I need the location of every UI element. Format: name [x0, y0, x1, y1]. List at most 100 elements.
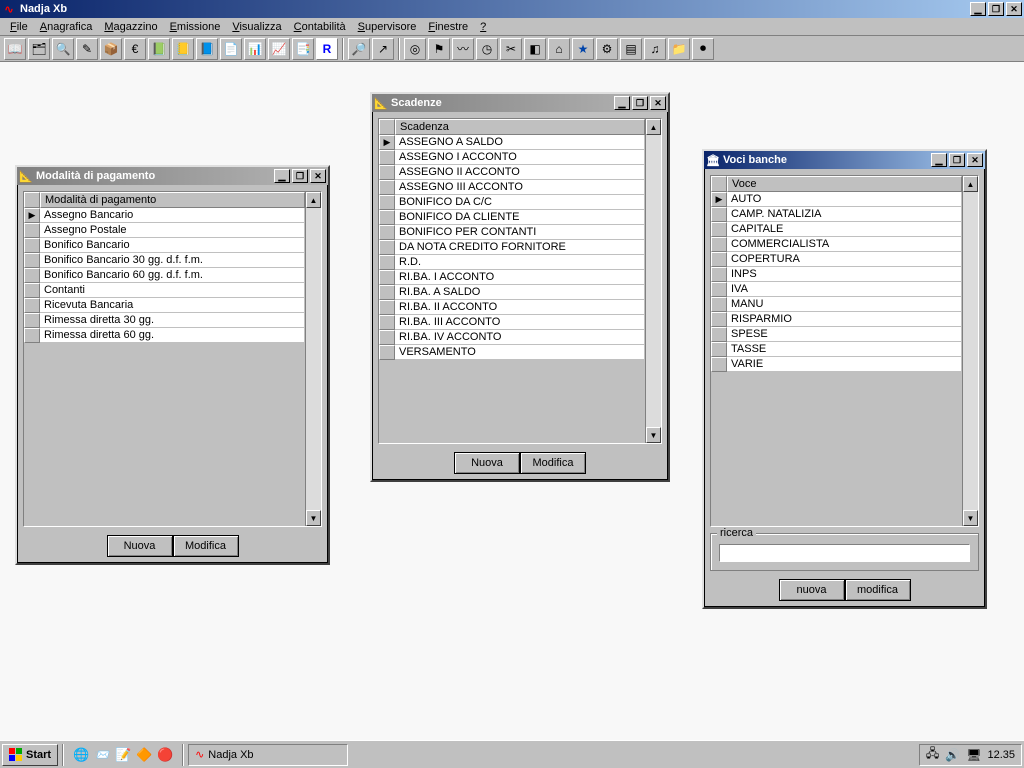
scroll-up-icon[interactable]: ▲ [306, 192, 321, 208]
table-row[interactable]: BONIFICO DA C/C [379, 195, 645, 210]
cell[interactable]: Bonifico Bancario [40, 238, 305, 253]
table-row[interactable]: ▶Assegno Bancario [24, 208, 305, 223]
scroll-down-icon[interactable]: ▼ [963, 510, 978, 526]
taskbar-app-button[interactable]: ∿ Nadja Xb [188, 744, 348, 766]
cell[interactable]: COMMERCIALISTA [727, 237, 962, 252]
cell[interactable]: TASSE [727, 342, 962, 357]
cell[interactable]: RI.BA. III ACCONTO [395, 315, 645, 330]
window-voci-min-button[interactable] [931, 153, 947, 167]
window-scadenze-titlebar[interactable]: 📐 Scadenze [372, 94, 668, 112]
cell[interactable]: ASSEGNO I ACCONTO [395, 150, 645, 165]
cell[interactable]: R.D. [395, 255, 645, 270]
zoom-icon[interactable]: 🔍 [52, 38, 74, 60]
cell[interactable]: COPERTURA [727, 252, 962, 267]
media-yellow-icon[interactable]: 🔶 [135, 746, 153, 764]
table-row[interactable]: MANU [711, 297, 962, 312]
r-icon[interactable]: R [316, 38, 338, 60]
note-yellow-icon[interactable]: 📒 [172, 38, 194, 60]
window-pagamento[interactable]: 📐 Modalità di pagamento Modalità di paga… [15, 165, 330, 565]
table-row[interactable]: Contanti [24, 283, 305, 298]
menu-anagrafica[interactable]: Anagrafica [34, 20, 99, 34]
table-row[interactable]: RISPARMIO [711, 312, 962, 327]
window-scadenze-max-button[interactable] [632, 96, 648, 110]
window-scadenze-min-button[interactable] [614, 96, 630, 110]
scadenze-scrollbar[interactable]: ▲ ▼ [645, 119, 661, 443]
copy-icon[interactable]: 📑 [292, 38, 314, 60]
folder-icon[interactable]: 📁 [668, 38, 690, 60]
cell[interactable]: RI.BA. IV ACCONTO [395, 330, 645, 345]
voci-col-header[interactable]: Voce [727, 176, 962, 192]
desktop-icon[interactable]: 📝 [114, 746, 132, 764]
row-selector[interactable]: ▶ [711, 192, 727, 207]
row-selector[interactable] [24, 223, 40, 238]
table-row[interactable]: SPESE [711, 327, 962, 342]
row-selector[interactable] [24, 298, 40, 313]
row-selector[interactable] [379, 345, 395, 360]
scroll-up-icon[interactable]: ▲ [646, 119, 661, 135]
cell[interactable]: Assegno Bancario [40, 208, 305, 223]
table-row[interactable]: DA NOTA CREDITO FORNITORE [379, 240, 645, 255]
menu-supervisore[interactable]: Supervisore [352, 20, 423, 34]
row-selector[interactable] [379, 285, 395, 300]
cell[interactable]: INPS [727, 267, 962, 282]
window-voci-max-button[interactable] [949, 153, 965, 167]
cell[interactable]: RISPARMIO [727, 312, 962, 327]
bars-icon[interactable]: 📊 [244, 38, 266, 60]
row-selector[interactable] [24, 283, 40, 298]
row-selector[interactable] [711, 327, 727, 342]
table-row[interactable]: COMMERCIALISTA [711, 237, 962, 252]
table-row[interactable]: Bonifico Bancario 60 gg. d.f. f.m. [24, 268, 305, 283]
voci-search-input[interactable] [719, 544, 970, 562]
cell[interactable]: CAMP. NATALIZIA [727, 207, 962, 222]
tray-clock[interactable]: 12.35 [987, 749, 1015, 761]
cell[interactable]: VERSAMENTO [395, 345, 645, 360]
table-row[interactable]: Bonifico Bancario 30 gg. d.f. f.m. [24, 253, 305, 268]
start-button[interactable]: Start [2, 744, 58, 766]
table-row[interactable]: ASSEGNO III ACCONTO [379, 180, 645, 195]
cell[interactable]: AUTO [727, 192, 962, 207]
green-book-icon[interactable]: 📗 [148, 38, 170, 60]
pagamento-col-header[interactable]: Modalità di pagamento [40, 192, 305, 208]
euro-icon[interactable]: € [124, 38, 146, 60]
flag-icon[interactable]: ⚑ [428, 38, 450, 60]
row-selector[interactable] [379, 300, 395, 315]
doc-grey-icon[interactable]: ▤ [620, 38, 642, 60]
row-selector[interactable] [24, 313, 40, 328]
row-selector[interactable] [711, 207, 727, 222]
book-icon[interactable]: 📖 [4, 38, 26, 60]
cell[interactable]: VARIE [727, 357, 962, 372]
window-voci-banche[interactable]: 🏛 Voci banche Voce ▶AUTOCAMP. NATALIZIAC… [702, 149, 987, 609]
menu-contabilità[interactable]: Contabilità [288, 20, 352, 34]
cell[interactable]: BONIFICO DA CLIENTE [395, 210, 645, 225]
tray-volume-icon[interactable]: 🔊 [945, 748, 960, 762]
table-row[interactable]: IVA [711, 282, 962, 297]
table-row[interactable]: TASSE [711, 342, 962, 357]
row-selector[interactable] [711, 237, 727, 252]
cell[interactable]: ASSEGNO II ACCONTO [395, 165, 645, 180]
voci-edit-button[interactable]: modifica [845, 579, 911, 601]
row-selector[interactable] [379, 315, 395, 330]
wave-icon[interactable]: 〰 [452, 38, 474, 60]
row-selector[interactable] [24, 328, 40, 343]
chart-icon[interactable]: 📈 [268, 38, 290, 60]
system-tray[interactable]: 🖧 🔊 🖥 12.35 [919, 744, 1022, 766]
window-pagamento-titlebar[interactable]: 📐 Modalità di pagamento [17, 167, 328, 185]
menu-finestre[interactable]: Finestre [422, 20, 474, 34]
star-icon[interactable]: ★ [572, 38, 594, 60]
scroll-down-icon[interactable]: ▼ [646, 427, 661, 443]
window-pagamento-min-button[interactable] [274, 169, 290, 183]
cell[interactable]: IVA [727, 282, 962, 297]
row-selector[interactable] [379, 240, 395, 255]
table-row[interactable]: ▶AUTO [711, 192, 962, 207]
menu-magazzino[interactable]: Magazzino [98, 20, 163, 34]
row-selector[interactable] [379, 225, 395, 240]
cell[interactable]: BONIFICO DA C/C [395, 195, 645, 210]
table-row[interactable]: RI.BA. IV ACCONTO [379, 330, 645, 345]
table-row[interactable]: ASSEGNO I ACCONTO [379, 150, 645, 165]
menu-visualizza[interactable]: Visualizza [226, 20, 287, 34]
row-selector[interactable]: ▶ [379, 135, 395, 150]
pagamento-edit-button[interactable]: Modifica [173, 535, 239, 557]
table-row[interactable]: Ricevuta Bancaria [24, 298, 305, 313]
table-row[interactable]: BONIFICO DA CLIENTE [379, 210, 645, 225]
table-row[interactable]: RI.BA. A SALDO [379, 285, 645, 300]
